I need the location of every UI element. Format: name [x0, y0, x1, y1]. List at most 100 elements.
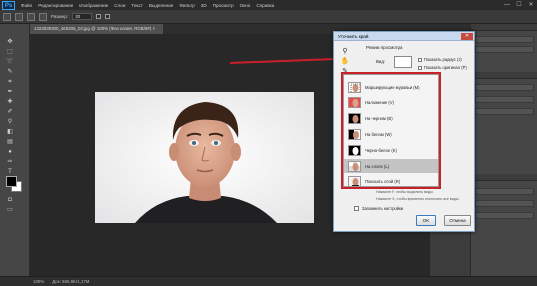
- layers-panel-tabs[interactable]: [471, 174, 537, 181]
- panel-tabs-middle[interactable]: [471, 72, 537, 79]
- options-bar: Размер: 30: [0, 10, 537, 24]
- eyedropper-tool-icon[interactable]: ✒: [5, 88, 15, 97]
- show-original-option[interactable]: Показать оригинал (P): [418, 65, 467, 70]
- show-original-checkbox[interactable]: [418, 65, 422, 70]
- lasso-tool-icon[interactable]: ➰: [5, 58, 15, 67]
- minimize-button[interactable]: —: [501, 0, 513, 10]
- menu-layers[interactable]: Слои: [111, 3, 128, 8]
- healing-tool-icon[interactable]: ✚: [5, 98, 15, 107]
- view-option-overlay[interactable]: Наложение (V): [344, 95, 438, 109]
- show-radius-checkbox[interactable]: [418, 57, 422, 62]
- menu-type[interactable]: Текст: [128, 3, 146, 8]
- zoom-level[interactable]: 100%: [33, 279, 44, 284]
- tools-panel: ✥ ⬚ ➰ ✎ ⌗ ✒ ✚ ✐ ⚲ ◧ ▤ ● ✑ T ◘ ▭: [0, 24, 30, 276]
- ok-button[interactable]: OK: [416, 215, 436, 226]
- dodge-tool-icon[interactable]: ●: [5, 148, 15, 157]
- view-option-label: Марширующие муравьи (M): [365, 84, 420, 90]
- menu-view[interactable]: Просмотр: [210, 3, 237, 8]
- foreground-color-swatch[interactable]: [6, 176, 17, 187]
- dialog-title: Уточнить край: [334, 32, 474, 41]
- show-original-label: Показать оригинал (P): [424, 65, 467, 70]
- size-label: Размер:: [51, 14, 69, 19]
- photoshop-window: Ps Файл Редактирование Изображение Слои …: [0, 0, 537, 286]
- right-panels: [470, 24, 537, 276]
- quick-mask-icon[interactable]: ◘: [5, 196, 15, 205]
- tool-preset-icon[interactable]: [3, 12, 11, 21]
- pen-tool-icon[interactable]: ✑: [5, 158, 15, 167]
- show-radius-option[interactable]: Показать радиус (J): [418, 57, 462, 62]
- layer-row[interactable]: [475, 188, 534, 195]
- menu-image[interactable]: Изображение: [76, 3, 111, 8]
- photoshop-logo: Ps: [2, 0, 15, 10]
- panel-row[interactable]: [475, 96, 534, 103]
- view-option-reveal-layer[interactable]: Показать слой (R): [344, 174, 438, 188]
- menu-filter[interactable]: Фильтр: [176, 3, 197, 8]
- menu-3d[interactable]: 3D: [198, 3, 210, 8]
- menu-edit[interactable]: Редактирование: [35, 3, 76, 8]
- view-option-label: На черном (B): [365, 115, 393, 121]
- status-bar: 100% Док: 585,9K/1,17M: [0, 276, 537, 286]
- brush-subtract-icon[interactable]: [39, 12, 47, 21]
- on-white-thumbnail: [348, 128, 361, 140]
- reveal-layer-thumbnail: [348, 175, 361, 187]
- quick-select-tool-icon[interactable]: ✎: [5, 68, 15, 77]
- portrait-image: [95, 92, 314, 223]
- on-layers-thumbnail: [348, 160, 361, 172]
- panel-row[interactable]: [475, 84, 534, 91]
- maximize-button[interactable]: ☐: [513, 0, 525, 10]
- auto-enhance-checkbox[interactable]: [105, 14, 111, 19]
- remember-settings-label: Запомнить настройки: [362, 206, 404, 211]
- zoom-tool-icon[interactable]: ⚲: [340, 47, 350, 57]
- layer-row[interactable]: [475, 200, 534, 207]
- marquee-tool-icon[interactable]: ⬚: [5, 48, 15, 57]
- menu-bar: Ps Файл Редактирование Изображение Слои …: [0, 0, 537, 10]
- panel-tabs-top[interactable]: [471, 24, 537, 31]
- view-label: Вид:: [376, 59, 386, 64]
- cancel-button[interactable]: Отмена: [444, 215, 471, 226]
- view-mode-dropdown[interactable]: [394, 56, 412, 68]
- brush-icon[interactable]: [15, 12, 23, 21]
- remember-settings-option[interactable]: Запомнить настройки: [354, 206, 403, 211]
- size-input[interactable]: 30: [72, 13, 93, 20]
- view-mode-section-title: Режим просмотра: [366, 45, 403, 50]
- layer-row[interactable]: [475, 212, 534, 219]
- view-option-label: Черно-белое (K): [365, 147, 397, 153]
- menu-file[interactable]: Файл: [18, 3, 35, 8]
- brush-tool-icon[interactable]: ✐: [5, 108, 15, 117]
- menu-help[interactable]: Справка: [253, 3, 277, 8]
- view-option-label: Показать слой (R): [365, 178, 401, 184]
- view-hint-f: Нажмите F, чтобы выделить виды.: [376, 190, 434, 194]
- eraser-tool-icon[interactable]: ◧: [5, 128, 15, 137]
- close-button[interactable]: ✕: [525, 0, 537, 10]
- window-controls: — ☐ ✕: [501, 0, 537, 10]
- view-option-on-black[interactable]: На черном (B): [344, 111, 438, 125]
- screen-mode-icon[interactable]: ▭: [5, 206, 15, 215]
- crop-tool-icon[interactable]: ⌗: [5, 78, 15, 87]
- view-option-label: На слоях (L): [365, 163, 390, 169]
- view-option-label: Наложение (V): [365, 99, 394, 105]
- view-option-marching-ants[interactable]: Марширующие муравьи (M): [344, 80, 438, 94]
- menu-select[interactable]: Выделение: [146, 3, 176, 8]
- gradient-tool-icon[interactable]: ▤: [5, 138, 15, 147]
- panel-row[interactable]: [475, 108, 534, 115]
- show-radius-label: Показать радиус (J): [424, 57, 462, 62]
- panel-row[interactable]: [475, 46, 534, 53]
- remember-settings-checkbox[interactable]: [354, 206, 359, 211]
- view-mode-list: Марширующие муравьи (M) Наложение (V) На…: [343, 74, 439, 187]
- on-black-thumbnail: [348, 112, 361, 124]
- move-tool-icon[interactable]: ✥: [5, 38, 15, 47]
- dialog-close-icon[interactable]: ✕: [461, 33, 473, 40]
- view-option-on-layers[interactable]: На слоях (L): [344, 159, 438, 173]
- sample-all-layers-checkbox[interactable]: [96, 14, 102, 19]
- marching-ants-thumbnail: [348, 81, 361, 93]
- panel-row[interactable]: [475, 36, 534, 43]
- stamp-tool-icon[interactable]: ⚲: [5, 118, 15, 127]
- menu-window[interactable]: Окно: [237, 3, 254, 8]
- black-white-thumbnail: [348, 144, 361, 156]
- view-option-on-white[interactable]: На белом (W): [344, 127, 438, 141]
- hand-tool-icon[interactable]: ✋: [340, 57, 350, 67]
- view-option-black-white[interactable]: Черно-белое (K): [344, 143, 438, 157]
- document-tab[interactable]: 1322839300_466305_03.jpg @ 100% (Фон коп…: [30, 24, 164, 34]
- brush-add-icon[interactable]: [27, 12, 35, 21]
- view-hint-x: Нажмите X, чтобы временно отключить все …: [376, 197, 460, 201]
